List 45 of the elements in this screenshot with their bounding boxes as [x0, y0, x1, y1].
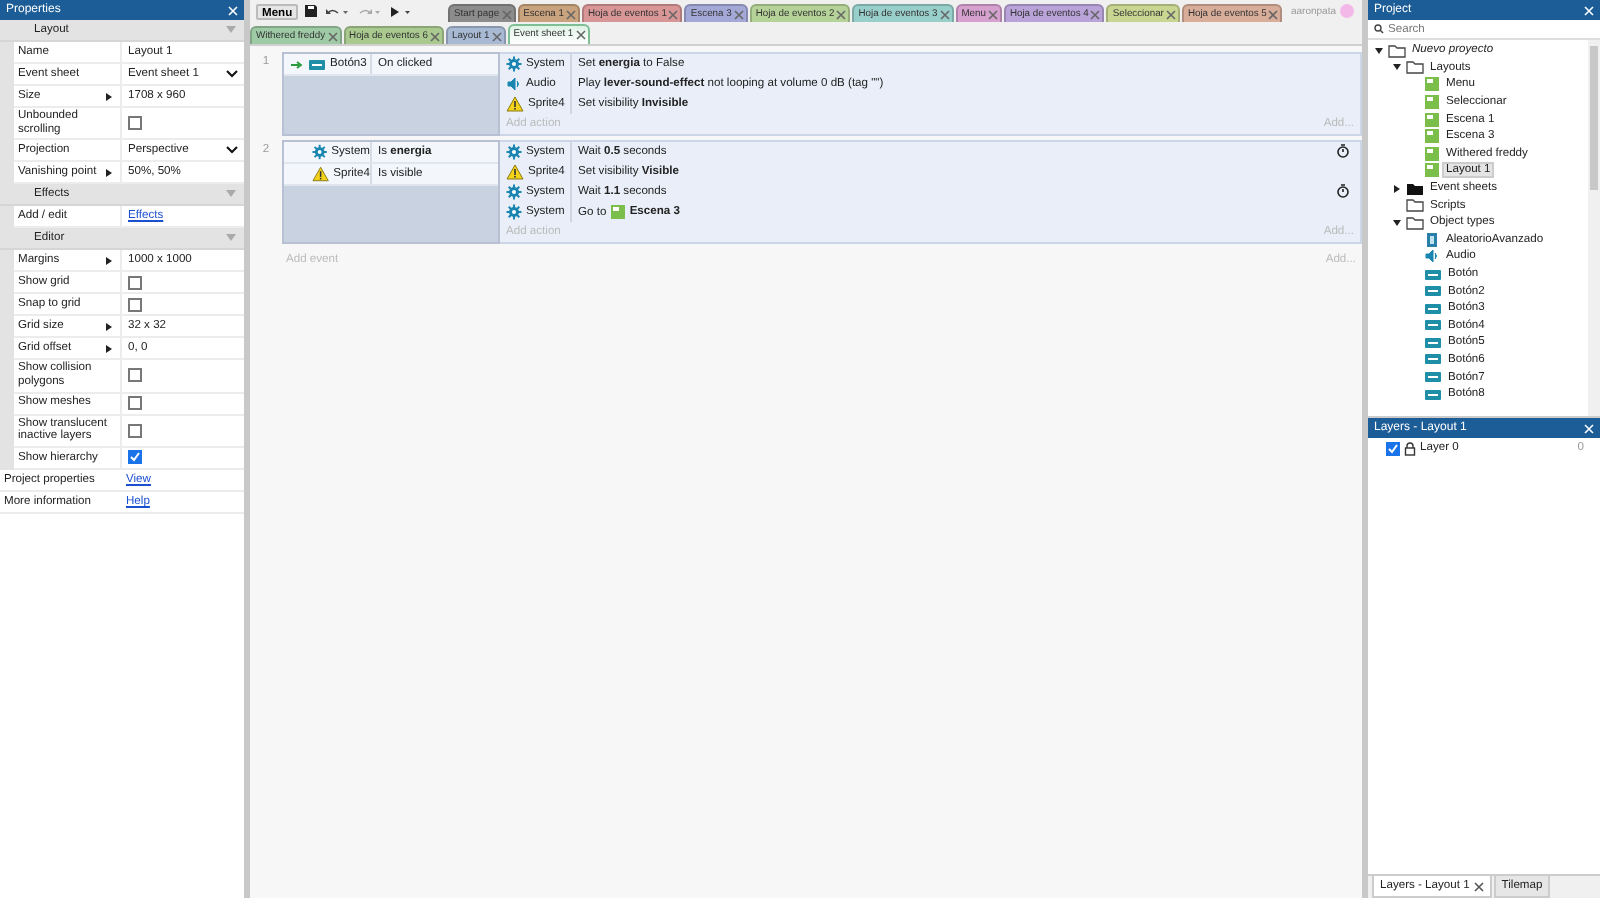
warning-icon [312, 166, 330, 182]
expand-icon[interactable] [1392, 217, 1402, 228]
close-icon[interactable] [429, 31, 440, 41]
undo-icon[interactable] [324, 5, 351, 17]
checkbox[interactable] [128, 423, 142, 438]
expand-icon[interactable] [104, 343, 114, 354]
expand-icon[interactable] [1374, 45, 1384, 56]
checkbox[interactable] [128, 275, 142, 290]
lock-icon[interactable] [1404, 441, 1416, 455]
gear-icon [312, 144, 328, 160]
play-icon[interactable] [388, 5, 415, 17]
expand-icon[interactable] [1392, 62, 1402, 73]
gear-icon [506, 184, 522, 200]
expand-icon[interactable] [104, 255, 114, 266]
checkbox[interactable] [128, 450, 142, 465]
close-icon[interactable] [327, 31, 338, 41]
gear-icon [506, 56, 522, 72]
save-icon[interactable] [304, 4, 319, 18]
expand-icon[interactable] [1392, 183, 1402, 194]
chevron-icon[interactable] [226, 146, 238, 155]
warning-icon [506, 164, 524, 180]
expand-icon[interactable] [104, 167, 114, 178]
close-icon[interactable] [939, 9, 950, 19]
close-icon[interactable] [1473, 881, 1484, 891]
checkbox[interactable] [128, 368, 142, 383]
plugin-icon [1424, 231, 1440, 248]
layout-icon [609, 204, 626, 220]
close-icon[interactable] [1165, 9, 1176, 19]
expand-icon[interactable] [104, 91, 114, 101]
checkbox[interactable] [1386, 441, 1400, 455]
checkbox[interactable] [128, 396, 142, 411]
close-icon[interactable] [575, 30, 586, 40]
warning-icon [506, 96, 524, 112]
speaker-icon [506, 76, 522, 92]
search-icon [1374, 24, 1384, 34]
button-icon [308, 57, 326, 71]
expand-icon[interactable] [104, 321, 114, 332]
scrollbar[interactable] [1588, 40, 1600, 416]
close-icon[interactable] [836, 9, 847, 19]
checkbox[interactable] [128, 297, 142, 312]
checkbox[interactable] [128, 116, 142, 131]
gear-icon [506, 204, 522, 220]
chevron-icon[interactable] [226, 70, 238, 78]
gear-icon [506, 144, 522, 160]
speaker-icon [1424, 248, 1440, 265]
